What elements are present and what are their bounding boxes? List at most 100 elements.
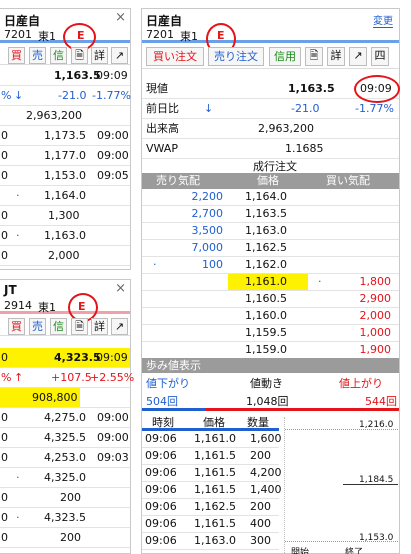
- buy-qty[interactable]: 2,000: [360, 308, 392, 324]
- board-row: 1,161.0 1,800 ·: [142, 274, 399, 291]
- buy-button[interactable]: 買: [8, 318, 25, 335]
- sell-qty[interactable]: 2,700: [192, 206, 224, 222]
- buy-qty[interactable]: 1,900: [360, 342, 392, 358]
- tick-price: 1,161.5: [194, 483, 236, 496]
- info-value: 1.1685: [285, 142, 324, 155]
- stock-code: 7201: [146, 28, 174, 41]
- buy-order-button[interactable]: 買い注文: [146, 47, 204, 66]
- info-extra: 09:09: [360, 82, 392, 95]
- trend-count-row: 504回 1,048回 544回: [142, 393, 399, 411]
- chart-icon[interactable]: ↗: [111, 47, 128, 64]
- board-price[interactable]: 1,163.0: [228, 223, 308, 239]
- order-board-title[interactable]: 成行注文: [253, 158, 297, 174]
- document-icon[interactable]: 🗎: [71, 318, 88, 335]
- tick-row: 09:06 1,161.5 4,200: [142, 465, 282, 482]
- stock-code: 2914: [4, 299, 32, 312]
- down-label: 値下がり: [146, 377, 190, 390]
- margin-button[interactable]: 信: [50, 318, 67, 335]
- board-row: 1,160.5 2,900: [142, 291, 399, 308]
- board-price[interactable]: 1,164.0: [228, 189, 308, 205]
- current-time: 09:09: [96, 351, 128, 364]
- info-value: 1,163.5: [288, 82, 335, 95]
- tick-qty: 200: [250, 449, 271, 462]
- board-headers: 売り気配 価格 買い気配: [142, 173, 399, 189]
- tick-row: 09:06 1,163.0 300: [142, 533, 279, 550]
- info-label: 出来高: [146, 122, 179, 135]
- board-price[interactable]: 1,160.5: [228, 291, 308, 307]
- board-price[interactable]: 1,162.5: [228, 240, 308, 256]
- document-icon[interactable]: 🗎: [305, 47, 323, 66]
- sell-button[interactable]: 売: [29, 318, 46, 335]
- pct-mark: %: [1, 89, 12, 102]
- tick-price-header: 価格: [203, 416, 225, 429]
- ticks-title[interactable]: 歩み値表示: [142, 358, 399, 373]
- board-price[interactable]: 1,159.5: [228, 325, 308, 341]
- board-price[interactable]: 1,161.0: [228, 274, 308, 290]
- axis-mid: 1,184.5: [359, 475, 394, 485]
- close-icon[interactable]: ×: [115, 281, 126, 296]
- tick-row: 09:06 1,161.5 400: [142, 516, 279, 533]
- document-icon[interactable]: 🗎: [71, 47, 88, 64]
- sell-qty[interactable]: 2,200: [192, 189, 224, 205]
- down-arrow-icon: ↓: [14, 89, 24, 102]
- board-price[interactable]: 1,159.0: [228, 342, 308, 358]
- stock-name: 日産自: [4, 14, 41, 28]
- buy-qty[interactable]: 1,800: [360, 274, 392, 290]
- sell-qty[interactable]: 3,500: [192, 223, 224, 239]
- tick-time: 09:06: [145, 517, 177, 530]
- row-open: 0 4,275.0 09:00: [0, 408, 130, 428]
- buy-header: 買い気配: [326, 174, 370, 187]
- sell-header: 売り気配: [156, 174, 200, 187]
- info-row-current: 現値 1,163.5 09:09: [142, 79, 399, 99]
- stock-code: 7201: [4, 28, 32, 41]
- high-price: 1,177.0: [44, 149, 86, 162]
- row-bid: 0 · 1,163.0: [0, 226, 130, 246]
- current-time: 09:09: [96, 69, 128, 82]
- close-icon[interactable]: ×: [115, 10, 126, 25]
- toolbar: 買 売 信 🗎 詳 ↗: [0, 45, 130, 65]
- row-volume: 908,800: [0, 388, 130, 408]
- toolbar: 買 売 信 🗎 詳 ↗: [0, 316, 130, 336]
- stock-name: JT: [4, 283, 17, 297]
- ask-price: 1,164.0: [44, 189, 86, 202]
- detail-button[interactable]: 詳: [91, 318, 108, 335]
- high-price: 4,325.5: [44, 431, 86, 444]
- board-price[interactable]: 1,162.0: [228, 257, 308, 273]
- open-time: 09:00: [97, 411, 129, 424]
- detail-button[interactable]: 詳: [91, 47, 108, 64]
- chart-icon[interactable]: ↗: [349, 47, 367, 66]
- margin-button[interactable]: 信: [50, 47, 67, 64]
- change-button[interactable]: 変更: [373, 12, 393, 28]
- board-row: 1,160.0 2,000: [142, 308, 399, 325]
- tick-price: 1,161.5: [194, 466, 236, 479]
- chart-icon[interactable]: ↗: [111, 318, 128, 335]
- tick-qty: 1,600: [250, 432, 282, 445]
- panel-header: 日産自 × 7201 東1 E: [0, 9, 130, 43]
- sell-qty[interactable]: 7,000: [192, 240, 224, 256]
- sell-order-button[interactable]: 売り注文: [208, 47, 264, 66]
- tick-row: 09:06 1,161.0 1,600: [142, 431, 282, 448]
- tick-price: 1,161.5: [194, 517, 236, 530]
- buy-qty[interactable]: 2,900: [360, 291, 392, 307]
- sell-button[interactable]: 売: [29, 47, 46, 64]
- panel-header: JT × 2914 東1 E: [0, 280, 130, 314]
- current-price: 4,323.5: [54, 351, 101, 364]
- sell-marker: ·: [153, 258, 157, 271]
- board-icon[interactable]: 四: [371, 47, 389, 66]
- board-price[interactable]: 1,160.0: [228, 308, 308, 324]
- tick-price: 1,162.5: [194, 500, 236, 513]
- toolbar: 買い注文 売り注文 信用 🗎 詳 ↗ 四: [142, 45, 399, 69]
- buy-qty[interactable]: 1,000: [360, 325, 392, 341]
- low-price: 4,253.0: [44, 451, 86, 464]
- sell-qty[interactable]: 100: [202, 257, 223, 273]
- info-label: VWAP: [146, 142, 178, 155]
- board-row: 1,159.0 1,900: [142, 342, 399, 359]
- buy-button[interactable]: 買: [8, 47, 25, 64]
- high-time: 09:00: [97, 431, 129, 444]
- detail-button[interactable]: 詳: [327, 47, 345, 66]
- open-price: 1,173.5: [44, 129, 86, 142]
- board-price[interactable]: 1,163.5: [228, 206, 308, 222]
- time-header: 時刻: [152, 416, 174, 429]
- board-row: 7,000 1,162.5: [142, 240, 399, 257]
- margin-button[interactable]: 信用: [269, 47, 301, 66]
